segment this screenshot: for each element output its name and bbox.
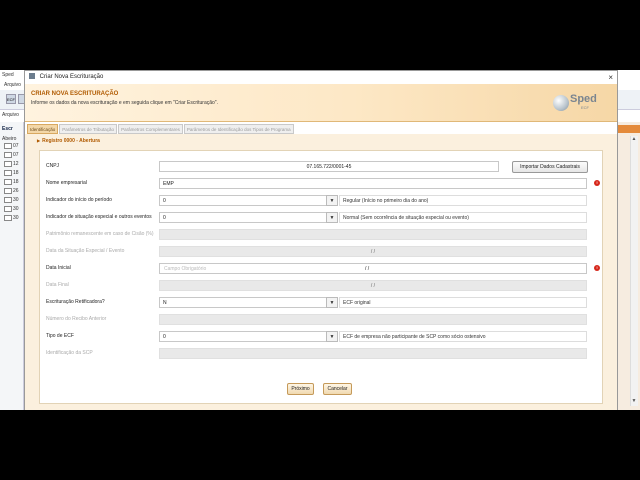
dialog-header: CRIAR NOVA ESCRITURAÇÃO Informe os dados… <box>25 84 617 122</box>
tipo-ecf-desc: ECF de empresa não participante de SCP c… <box>339 331 587 342</box>
logo-sub: ECF <box>581 105 589 110</box>
required-icon: ! <box>594 265 600 271</box>
tab-parametros-tributacao[interactable]: Parâmetros de Tributação <box>59 124 118 134</box>
row-nome: Nome empresarial EMP ! <box>46 178 600 190</box>
row-recibo: Número do Recibo Anterior <box>46 314 598 326</box>
indicador-inicio-desc: Regular (Início no primeiro dia do ano) <box>339 195 587 206</box>
panel-header: Escr <box>2 126 13 132</box>
id-scp-label: Identificação da SCP <box>46 350 93 356</box>
data-inicial-value: / / <box>365 266 370 272</box>
data-situacao-field: / / <box>159 246 587 257</box>
scroll-up-icon[interactable]: ▲ <box>630 136 638 144</box>
scrollbar[interactable] <box>630 136 638 406</box>
next-button[interactable]: Próximo <box>287 383 314 395</box>
retificadora-label: Escrituração Retificadora? <box>46 299 105 305</box>
folder-item[interactable]: 30 <box>0 214 23 223</box>
retificadora-desc: ECF original <box>339 297 587 308</box>
tab-parametros-complementares[interactable]: Parâmetros Complementares <box>118 124 183 134</box>
indicador-inicio-select[interactable]: 0 <box>159 195 327 206</box>
tab-identificacao[interactable]: Identificação <box>27 124 59 134</box>
section-title: Registro 0000 - Abertura <box>37 138 100 144</box>
header-title: CRIAR NOVA ESCRITURAÇÃO <box>31 91 119 97</box>
patrimonio-field <box>159 229 587 240</box>
background-label: Arquivo <box>2 112 19 118</box>
chevron-down-icon[interactable]: ▼ <box>326 297 338 308</box>
data-inicial-field[interactable]: Campo Obrigatório / / <box>159 263 587 274</box>
chevron-down-icon[interactable]: ▼ <box>326 331 338 342</box>
row-retificadora: Escrituração Retificadora? N ▼ ECF origi… <box>46 297 598 309</box>
tipo-ecf-select[interactable]: 0 <box>159 331 327 342</box>
retificadora-select[interactable]: N <box>159 297 327 308</box>
data-inicial-label: Data Inicial <box>46 265 71 271</box>
folder-list: 07 07 12 18 18 26 30 30 30 <box>0 142 23 223</box>
data-inicial-placeholder: Campo Obrigatório <box>164 266 207 272</box>
row-cnpj: CNPJ 07.165.722/0001-45 Importar Dados C… <box>46 161 598 173</box>
ecf-toolbar-icon[interactable]: ECF <box>6 94 16 104</box>
folder-item[interactable]: 07 <box>0 151 23 160</box>
background-side-panel: Escr Abeiro 07 07 12 18 18 26 30 30 30 <box>0 122 24 410</box>
folder-item[interactable]: 30 <box>0 205 23 214</box>
row-data-final: Data Final / / <box>46 280 598 292</box>
form-panel: CNPJ 07.165.722/0001-45 Importar Dados C… <box>39 150 603 404</box>
chevron-down-icon[interactable]: ▼ <box>326 195 338 206</box>
row-indicador-situacao: Indicador de situação especial e outros … <box>46 212 598 224</box>
close-icon[interactable]: × <box>608 71 613 84</box>
folder-item[interactable]: 30 <box>0 196 23 205</box>
background-right-area: ▲ ▼ <box>617 122 640 410</box>
folder-item[interactable]: 18 <box>0 178 23 187</box>
indicador-situacao-select[interactable]: 0 <box>159 212 327 223</box>
section-registro-0000: Registro 0000 - Abertura CNPJ 07.165.722… <box>25 134 617 410</box>
dialog-title: Criar Nova Escrituração <box>39 74 104 80</box>
row-patrimonio: Patrimônio remanescente em caso de Cisão… <box>46 229 598 241</box>
indicador-situacao-desc: Normal (Sem ocorrência de situação espec… <box>339 212 587 223</box>
screen: Sped Arquivo ECF Arquivo Escr Abeiro 07 0… <box>0 70 640 410</box>
orange-bar <box>617 125 640 133</box>
create-escrituracao-dialog: Criar Nova Escrituração × CRIAR NOVA ESC… <box>24 70 618 410</box>
data-situacao-label: Data da Situação Especial / Evento <box>46 248 125 254</box>
logo-text: Sped <box>570 93 597 105</box>
row-data-situacao: Data da Situação Especial / Evento / / <box>46 246 598 258</box>
required-icon: ! <box>594 180 600 186</box>
dialog-titlebar: Criar Nova Escrituração × <box>25 71 617 84</box>
folder-item[interactable]: 07 <box>0 142 23 151</box>
data-final-label: Data Final <box>46 282 69 288</box>
tab-parametros-tipos-programa[interactable]: Parâmetros de Identificação dos Tipos de… <box>183 124 294 134</box>
tipo-ecf-label: Tipo de ECF <box>46 333 74 339</box>
folder-item[interactable]: 26 <box>0 187 23 196</box>
chevron-down-icon[interactable]: ▼ <box>326 212 338 223</box>
app-icon <box>29 73 35 80</box>
folder-item[interactable]: 18 <box>0 169 23 178</box>
import-data-button[interactable]: Importar Dados Cadastrais <box>512 161 588 173</box>
folder-item[interactable]: 12 <box>0 160 23 169</box>
data-final-field: / / <box>159 280 587 291</box>
cancel-button[interactable]: Cancelar <box>323 383 352 395</box>
indicador-inicio-label: Indicador do início do período <box>46 197 112 203</box>
tab-bar: Identificação Parâmetros de Tributação Par… <box>27 124 295 134</box>
header-subtitle: Informe os dados da nova escrituração e … <box>31 100 218 106</box>
id-scp-field <box>159 348 587 359</box>
sped-logo-icon <box>553 95 569 111</box>
patrimonio-label: Patrimônio remanescente em caso de Cisão… <box>46 231 154 237</box>
nome-label: Nome empresarial <box>46 180 87 186</box>
recibo-label: Número do Recibo Anterior <box>46 316 107 322</box>
cnpj-field[interactable]: 07.165.722/0001-45 <box>159 161 499 172</box>
cnpj-label: CNPJ <box>46 163 60 169</box>
row-id-scp: Identificação da SCP <box>46 348 598 360</box>
row-data-inicial: Data Inicial Campo Obrigatório / / ! <box>46 263 600 275</box>
scroll-down-icon[interactable]: ▼ <box>630 398 638 406</box>
nome-empresarial-field[interactable]: EMP <box>159 178 587 189</box>
indicador-situacao-label: Indicador de situação especial e outros … <box>46 214 152 220</box>
sped-logo: Sped ECF <box>553 93 605 113</box>
row-tipo-ecf: Tipo de ECF 0 ▼ ECF de empresa não parti… <box>46 331 598 343</box>
row-indicador-inicio: Indicador do início do período 0 ▼ Regul… <box>46 195 598 207</box>
recibo-field <box>159 314 587 325</box>
